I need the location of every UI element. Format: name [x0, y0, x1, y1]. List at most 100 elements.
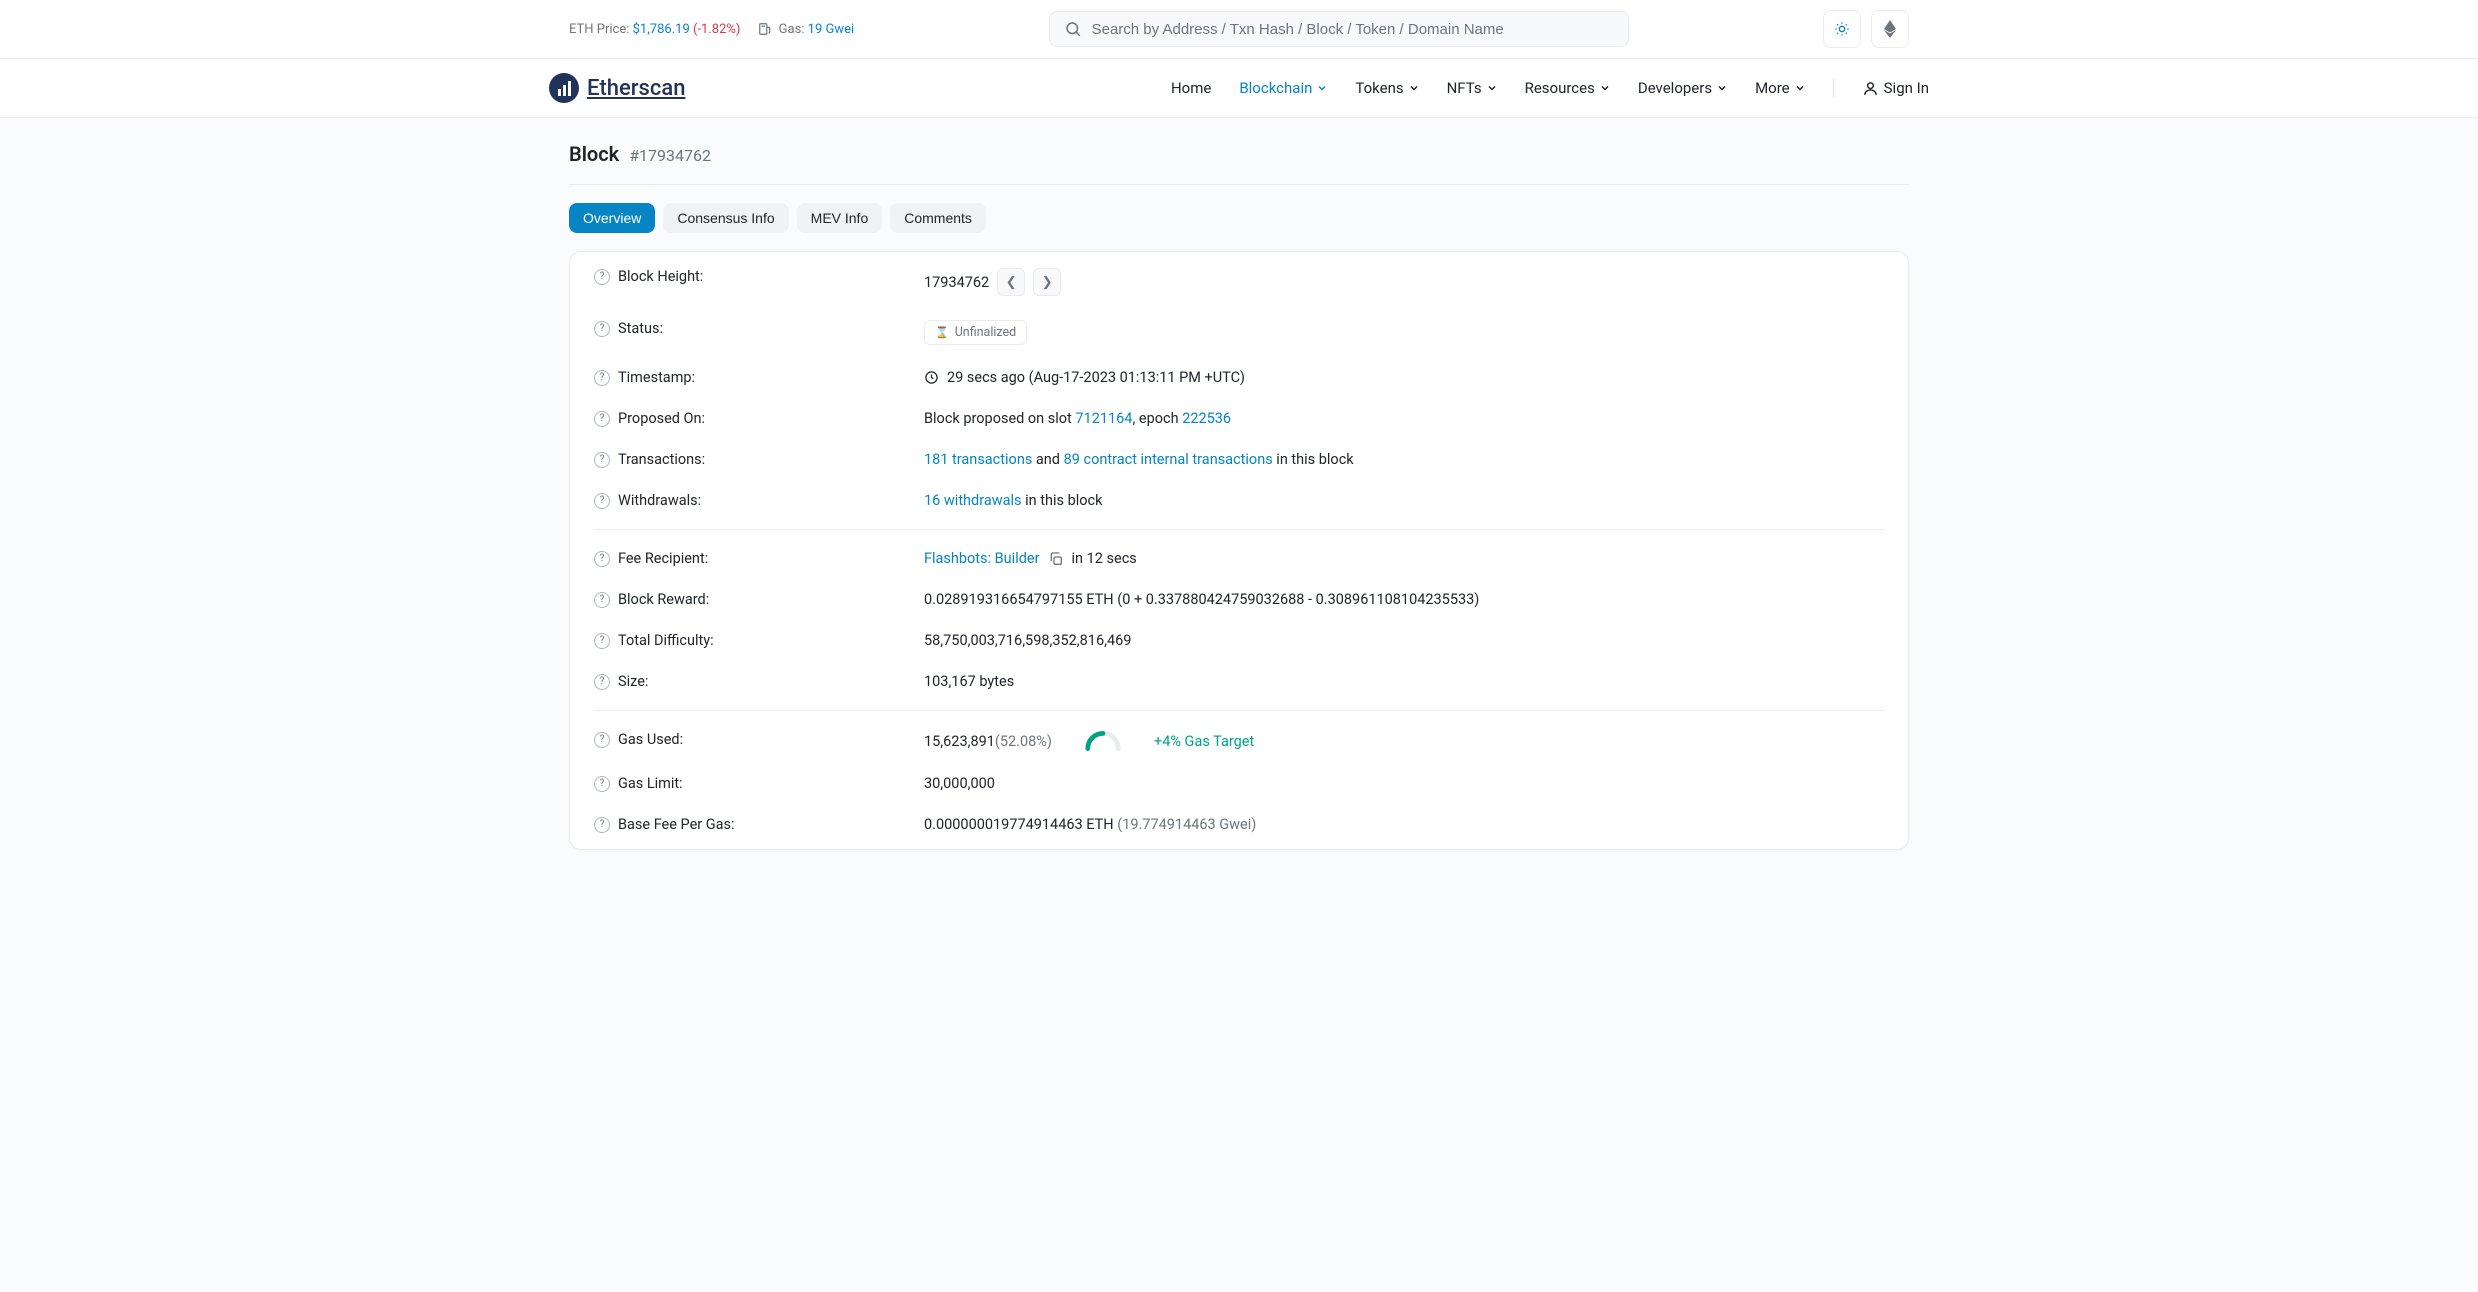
- chevron-down-icon: [1409, 83, 1419, 93]
- internal-tx-link[interactable]: 89 contract internal transactions: [1064, 451, 1273, 468]
- slot-link[interactable]: 7121164: [1075, 410, 1132, 427]
- nav-nfts[interactable]: NFTs: [1447, 79, 1497, 97]
- topbar: ETH Price: $1,786.19 (-1.82%) Gas: 19 Gw…: [0, 0, 2478, 59]
- timestamp-full: (Aug-17-2023 01:13:11 PM +UTC): [1029, 369, 1245, 386]
- nav-tokens[interactable]: Tokens: [1355, 79, 1418, 97]
- label: Base Fee Per Gas:: [618, 816, 735, 833]
- topbar-actions: [1823, 10, 1909, 48]
- label: Size:: [618, 673, 648, 690]
- prev-block-button[interactable]: ❮: [997, 268, 1025, 296]
- label: Withdrawals:: [618, 492, 701, 509]
- tab-comments[interactable]: Comments: [890, 203, 986, 233]
- tx-suffix: in this block: [1273, 451, 1354, 468]
- gas-used-pct: (52.08%): [995, 733, 1052, 750]
- gas-used-value: 15,623,891: [924, 733, 995, 750]
- next-block-button[interactable]: ❯: [1033, 268, 1061, 296]
- page-header: Block #17934762: [569, 118, 1909, 184]
- help-icon[interactable]: ?: [594, 452, 610, 468]
- timestamp-ago: 29 secs ago: [947, 369, 1029, 386]
- base-fee-gwei: (19.774914463 Gwei): [1117, 816, 1256, 833]
- help-icon[interactable]: ?: [594, 674, 610, 690]
- gas-pump-icon: [758, 22, 772, 36]
- label: Fee Recipient:: [618, 550, 708, 567]
- nav-blockchain[interactable]: Blockchain: [1239, 79, 1327, 97]
- withdrawals-suffix: in this block: [1022, 492, 1103, 509]
- row-fee-recipient: ?Fee Recipient: Flashbots: Builder in 12…: [570, 538, 1908, 579]
- copy-icon[interactable]: [1048, 551, 1064, 567]
- chevron-down-icon: [1717, 83, 1727, 93]
- eth-price-link[interactable]: $1,786.19: [633, 22, 690, 37]
- help-icon[interactable]: ?: [594, 776, 610, 792]
- gauge-icon: [1084, 731, 1122, 751]
- block-details-card: ?Block Height: 17934762 ❮ ❯ ?Status: ⌛Un…: [569, 251, 1909, 850]
- row-gas-limit: ?Gas Limit: 30,000,000: [570, 763, 1908, 804]
- help-icon[interactable]: ?: [594, 411, 610, 427]
- nav-developers[interactable]: Developers: [1638, 79, 1727, 97]
- row-withdrawals: ? Withdrawals: 16 withdrawals in this blo…: [570, 480, 1908, 521]
- row-base-fee: ? Base Fee Per Gas: 0.000000019774914463 …: [570, 804, 1908, 845]
- tx-and: and: [1032, 451, 1063, 468]
- label: Block Reward:: [618, 591, 709, 608]
- chevron-down-icon: [1317, 83, 1327, 93]
- chevron-down-icon: [1487, 83, 1497, 93]
- block-height-value: 17934762: [924, 274, 989, 291]
- logo-link[interactable]: Etherscan: [549, 73, 685, 103]
- fee-recipient-link[interactable]: Flashbots: Builder: [924, 550, 1040, 567]
- user-icon: [1862, 80, 1879, 97]
- search-icon: [1064, 20, 1082, 38]
- search-input[interactable]: [1092, 21, 1614, 38]
- gas-label: Gas:: [775, 22, 807, 37]
- label: Gas Used:: [618, 731, 683, 748]
- label: Transactions:: [618, 451, 705, 468]
- theme-toggle-button[interactable]: [1823, 10, 1861, 48]
- total-difficulty-value: 58,750,003,716,598,352,816,469: [924, 632, 1131, 649]
- page-title: Block: [569, 142, 619, 166]
- help-icon[interactable]: ?: [594, 551, 610, 567]
- signin-link[interactable]: Sign In: [1862, 79, 1929, 97]
- divider: [594, 710, 1884, 711]
- tx-count-link[interactable]: 181 transactions: [924, 451, 1032, 468]
- row-proposed-on: ? Proposed On: Block proposed on slot 712…: [570, 398, 1908, 439]
- nav-more[interactable]: More: [1755, 79, 1805, 97]
- nav-resources[interactable]: Resources: [1525, 79, 1610, 97]
- label: Block Height:: [618, 268, 703, 285]
- block-reward-value: 0.028919316654797155 ETH (0 + 0.33788042…: [924, 591, 1479, 608]
- row-total-difficulty: ? Total Difficulty: 58,750,003,716,598,35…: [570, 620, 1908, 661]
- tab-overview[interactable]: Overview: [569, 203, 655, 233]
- row-block-height: ? Block Height: 17934762 ❮ ❯: [570, 256, 1908, 308]
- proposed-mid: , epoch: [1132, 410, 1182, 427]
- row-transactions: ? Transactions: 181 transactions and 89 c…: [570, 439, 1908, 480]
- label: Proposed On:: [618, 410, 705, 427]
- help-icon[interactable]: ?: [594, 817, 610, 833]
- row-timestamp: ?Timestamp: 29 secs ago (Aug-17-2023 01:…: [570, 357, 1908, 398]
- help-icon[interactable]: ?: [594, 269, 610, 285]
- hourglass-icon: ⌛: [935, 326, 949, 339]
- navbar: Etherscan Home Blockchain Tokens NFTs Re…: [0, 59, 2478, 118]
- help-icon[interactable]: ?: [594, 370, 610, 386]
- sun-icon: [1834, 21, 1850, 37]
- help-icon[interactable]: ?: [594, 493, 610, 509]
- help-icon[interactable]: ?: [594, 592, 610, 608]
- search-bar[interactable]: [1049, 11, 1629, 47]
- withdrawals-link[interactable]: 16 withdrawals: [924, 492, 1022, 509]
- gas-limit-value: 30,000,000: [924, 775, 995, 792]
- label: Total Difficulty:: [618, 632, 714, 649]
- eth-network-button[interactable]: [1871, 10, 1909, 48]
- base-fee-eth: 0.000000019774914463 ETH: [924, 816, 1117, 833]
- status-badge: ⌛Unfinalized: [924, 320, 1027, 345]
- logo-icon: [549, 73, 579, 103]
- proposed-pre: Block proposed on slot: [924, 410, 1075, 427]
- nav-home[interactable]: Home: [1171, 79, 1211, 97]
- chevron-down-icon: [1795, 83, 1805, 93]
- eth-price-change: (-1.82%): [690, 22, 741, 37]
- tab-consensus[interactable]: Consensus Info: [663, 203, 788, 233]
- help-icon[interactable]: ?: [594, 633, 610, 649]
- help-icon[interactable]: ?: [594, 732, 610, 748]
- size-value: 103,167 bytes: [924, 673, 1014, 690]
- gas-link[interactable]: 19 Gwei: [808, 22, 855, 37]
- row-gas-used: ? Gas Used: 15,623,891(52.08%) +4% Gas Ta…: [570, 719, 1908, 763]
- gas-target: +4% Gas Target: [1154, 733, 1254, 750]
- epoch-link[interactable]: 222536: [1182, 410, 1231, 427]
- help-icon[interactable]: ?: [594, 321, 610, 337]
- tab-mev[interactable]: MEV Info: [797, 203, 883, 233]
